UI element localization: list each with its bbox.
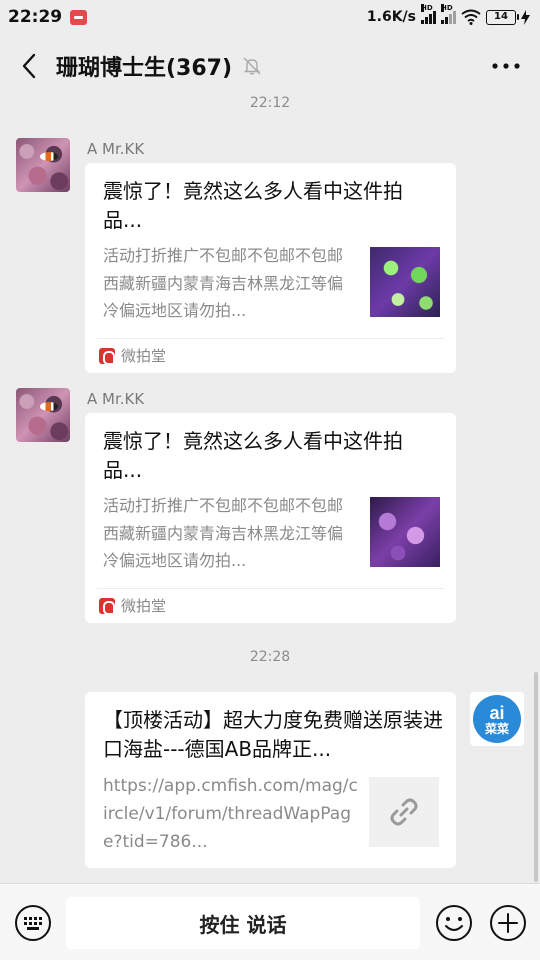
- weipaitang-icon: [99, 347, 115, 365]
- weipaitang-icon: [99, 597, 115, 615]
- keyboard-button[interactable]: [14, 904, 52, 942]
- status-indicators: 1.6K/s HD HD 14: [366, 4, 530, 25]
- shared-card[interactable]: 震惊了！竟然这么多人看中这件拍品... 活动打折推广不包邮不包邮不包邮西藏新疆内…: [85, 413, 456, 623]
- card-title: 震惊了！竟然这么多人看中这件拍品...: [103, 429, 403, 482]
- signal-label: HD: [421, 4, 433, 12]
- battery-icon: 14: [486, 9, 519, 25]
- hold-to-talk-button[interactable]: 按住 说话: [66, 897, 420, 949]
- time-separator: 22:12: [249, 95, 291, 111]
- chat-title: 珊瑚博士生(367): [56, 56, 233, 81]
- ai-logo-icon: ai 菜菜: [473, 695, 521, 743]
- card-source: 微拍堂: [99, 595, 166, 616]
- chevron-left-icon: [22, 53, 36, 79]
- source-name: 微拍堂: [121, 347, 167, 365]
- signal-label: HD: [441, 4, 453, 12]
- source-name: 微拍堂: [121, 597, 167, 615]
- input-bar: 按住 说话: [0, 883, 540, 960]
- back-button[interactable]: [14, 46, 44, 86]
- link-icon: [390, 798, 418, 826]
- card-divider: [97, 588, 444, 589]
- avatar[interactable]: [16, 388, 70, 442]
- more-dots-icon: [492, 63, 520, 69]
- card-title: 【顶楼活动】超大力度免费赠送原装进口海盐---德国AB品牌正...: [103, 708, 443, 761]
- network-speed: 1.6K/s: [366, 9, 416, 25]
- notification-app-icon: [70, 9, 88, 25]
- sender-name: A Mr.KK: [87, 140, 145, 158]
- card-title: 震惊了！竟然这么多人看中这件拍品...: [103, 179, 403, 232]
- keyboard-icon: [15, 905, 51, 941]
- more-button[interactable]: [486, 46, 526, 86]
- shared-card[interactable]: 震惊了！竟然这么多人看中这件拍品... 活动打折推广不包邮不包邮不包邮西藏新疆内…: [85, 163, 456, 373]
- avatar[interactable]: [16, 138, 70, 192]
- sender-name: A Mr.KK: [87, 390, 145, 408]
- emoji-icon: [436, 905, 472, 941]
- bell-off-icon: [243, 57, 261, 75]
- card-source: 微拍堂: [99, 345, 166, 366]
- card-thumbnail: [370, 497, 440, 567]
- card-description: 活动打折推广不包邮不包邮不包邮西藏新疆内蒙青海吉林黑龙江等偏冷偏远地区请勿拍..…: [103, 246, 344, 320]
- chat-header: 珊瑚博士生(367): [0, 34, 540, 98]
- charging-icon: [521, 9, 530, 25]
- card-description: 活动打折推广不包邮不包邮不包邮西藏新疆内蒙青海吉林黑龙江等偏冷偏远地区请勿拍..…: [103, 496, 344, 570]
- signal-icon: HD: [441, 4, 456, 24]
- plus-circle-icon: [490, 905, 526, 941]
- status-time: 22:29: [8, 7, 63, 27]
- more-actions-button[interactable]: [489, 904, 527, 942]
- signal-icon: HD: [421, 4, 436, 24]
- card-divider: [97, 338, 444, 339]
- status-bar: 22:29 1.6K/s HD HD 14: [0, 0, 540, 34]
- link-thumbnail: [369, 777, 439, 847]
- time-separator: 22:28: [249, 649, 291, 665]
- link-url: https://app.cmfish.com/mag/circle/v1/for…: [103, 776, 358, 852]
- own-avatar[interactable]: ai 菜菜: [470, 692, 524, 746]
- emoji-button[interactable]: [435, 904, 473, 942]
- card-thumbnail: [370, 247, 440, 317]
- shared-link-card[interactable]: 【顶楼活动】超大力度免费赠送原装进口海盐---德国AB品牌正... https:…: [85, 692, 456, 868]
- wifi-icon: [461, 9, 481, 25]
- scrollbar[interactable]: [534, 672, 538, 882]
